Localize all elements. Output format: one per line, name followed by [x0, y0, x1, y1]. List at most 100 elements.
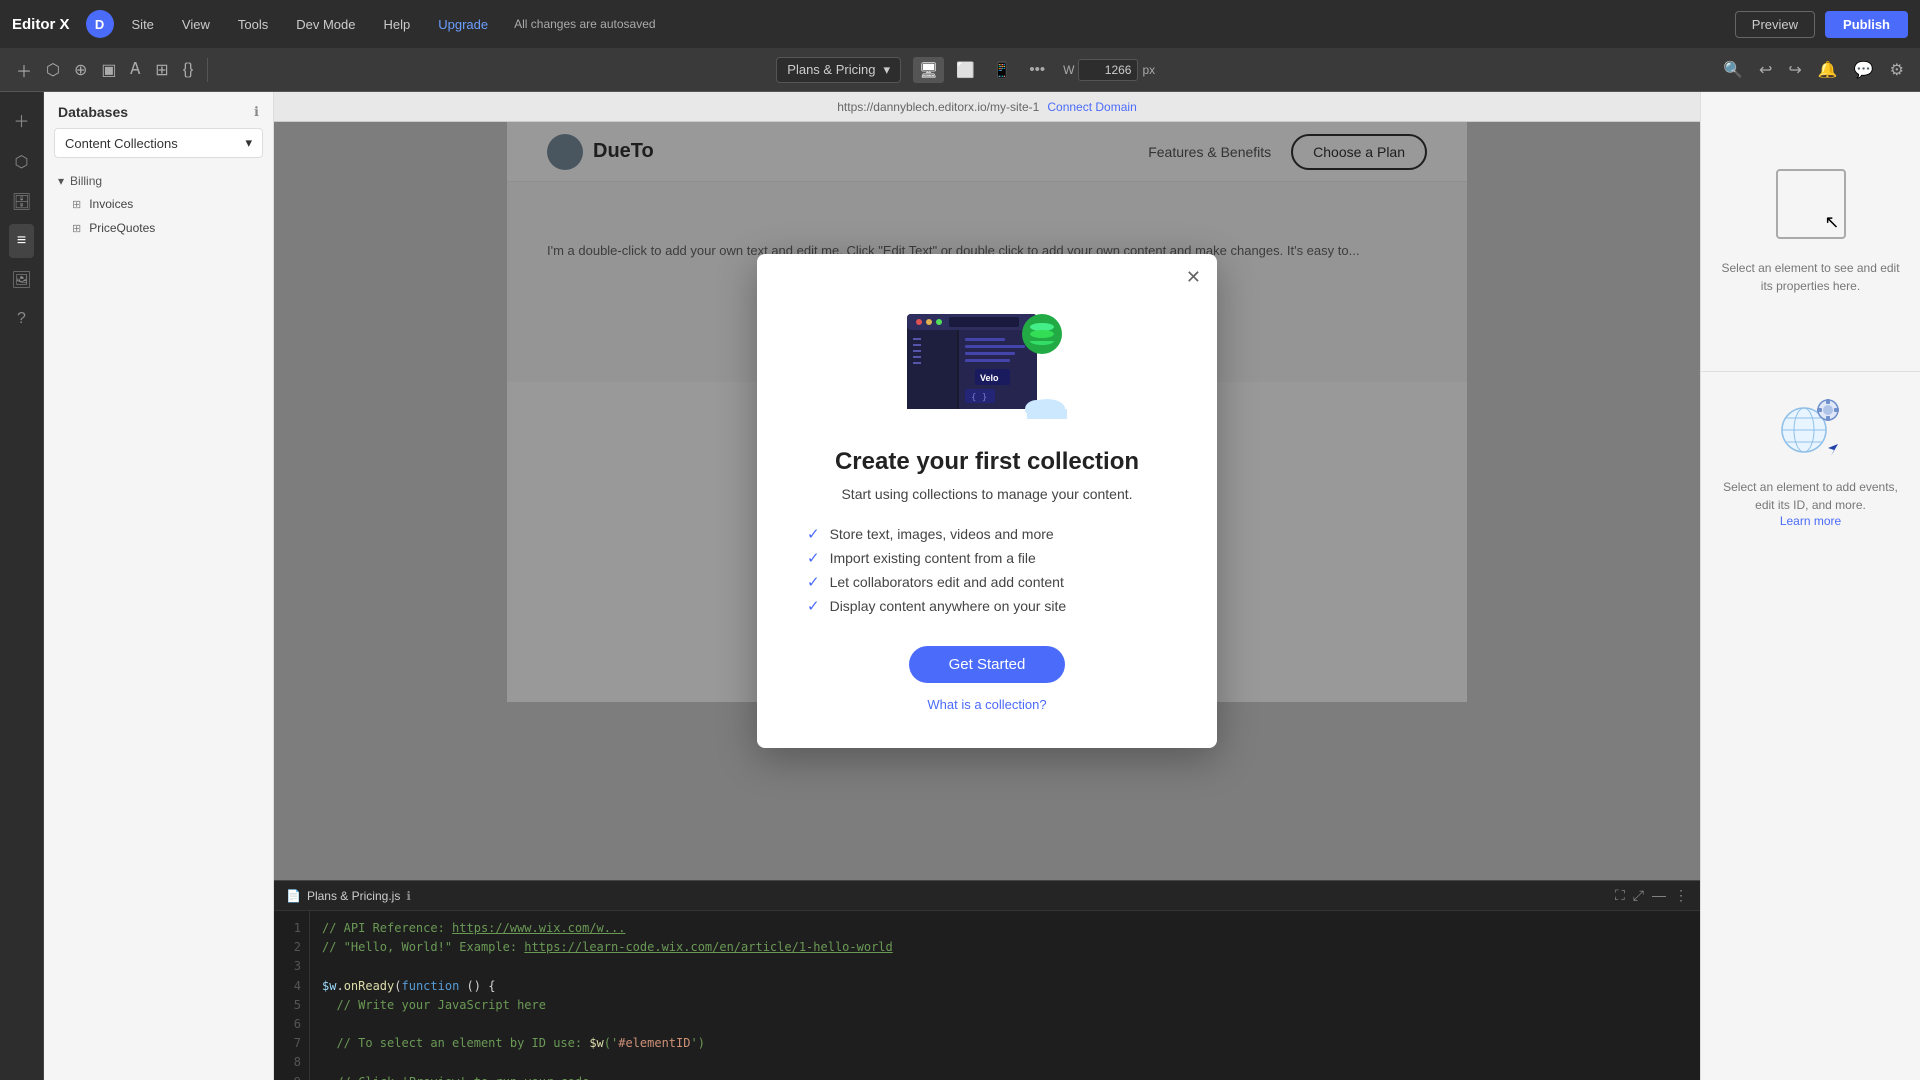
notifications-icon[interactable]: 🔔 [1814, 56, 1842, 84]
modal-create-collection: ✕ [757, 254, 1217, 748]
properties-hint: Select an element to see and edit its pr… [1721, 259, 1900, 295]
check-icon-0: ✓ [807, 525, 820, 543]
preview-button[interactable]: Preview [1735, 11, 1815, 38]
left-sidebar: ＋ ⬡ 🗄 ≡ 🖼 ? [0, 92, 44, 1080]
secondbar: ＋ ⬡ ⊕ ▣ Ꭺ ⊞ {} Plans & Pricing ▾ 🖥 ⬜ 📱 •… [0, 48, 1920, 92]
db-section-billing-header[interactable]: ▾ Billing [44, 170, 273, 192]
topbar-right: Preview Publish [1735, 11, 1908, 38]
right-panel-events: Select an element to add events, edit it… [1701, 372, 1920, 1080]
info-icon-code[interactable]: ℹ [406, 889, 411, 903]
code-line-6 [322, 1015, 893, 1034]
chevron-down-icon: ▾ [58, 174, 64, 188]
mobile-icon[interactable]: 📱 [987, 57, 1018, 83]
db-section-billing: ▾ Billing ⊞ Invoices ⊞ PriceQuotes [44, 166, 273, 244]
code-icon[interactable]: {} [179, 57, 198, 83]
databases-panel: Databases ℹ Content Collections ▾ ▾ Bill… [44, 92, 274, 1080]
connect-icon[interactable]: ⊕ [70, 56, 91, 84]
code-panel: 📄 Plans & Pricing.js ℹ ⛶ ⤢ — ⋮ 1 2 3 4 [274, 880, 1700, 1080]
dropdown-arrow-icon: ▾ [883, 62, 890, 78]
minus-icon[interactable]: — [1652, 887, 1666, 904]
db-panel-header: Databases ℹ [44, 92, 273, 128]
checklist-item-3: ✓ Display content anywhere on your site [807, 594, 1167, 618]
db-dropdown[interactable]: Content Collections ▾ [54, 128, 263, 158]
modal-close-button[interactable]: ✕ [1186, 268, 1201, 286]
modal-subtitle: Start using collections to manage your c… [841, 486, 1132, 502]
autosave-status: All changes are autosaved [514, 17, 655, 31]
events-hint: Select an element to add events, edit it… [1721, 478, 1900, 514]
code-line-7: // To select an element by ID use: $w('#… [322, 1034, 893, 1053]
domain-bar: https://dannyblech.editorx.io/my-site-1 … [274, 92, 1700, 122]
code-header-icons: ⛶ ⤢ — ⋮ [1615, 887, 1688, 904]
desktop-icon[interactable]: 🖥 [913, 57, 944, 83]
code-line-3 [322, 957, 893, 976]
db-info-icon[interactable]: ℹ [254, 104, 259, 120]
domain-url: https://dannyblech.editorx.io/my-site-1 [837, 100, 1039, 114]
checklist-item-2: ✓ Let collaborators edit and add content [807, 570, 1167, 594]
settings-icon[interactable]: ⚙ [1886, 56, 1908, 84]
nav-site[interactable]: Site [122, 17, 164, 32]
text-icon[interactable]: Ꭺ [127, 57, 146, 83]
undo-icon[interactable]: ↩ [1755, 56, 1776, 84]
checklist-item-1: ✓ Import existing content from a file [807, 546, 1167, 570]
modal-checklist: ✓ Store text, images, videos and more ✓ … [807, 522, 1167, 618]
modal-illustration: Velo { } [897, 294, 1077, 424]
db-panel-title: Databases [58, 104, 128, 120]
sidebar-add-icon[interactable]: ＋ [5, 100, 37, 140]
what-is-collection-link[interactable]: What is a collection? [927, 697, 1046, 712]
separator [207, 58, 208, 82]
db-dropdown-btn[interactable]: Content Collections ▾ [54, 128, 263, 158]
nav-devmode[interactable]: Dev Mode [286, 17, 365, 32]
get-started-button[interactable]: Get Started [909, 646, 1066, 683]
code-line-4: $w.onReady(function () { [322, 977, 893, 996]
more-icon[interactable]: ••• [1023, 57, 1051, 83]
right-panel-properties: ↖ Select an element to see and edit its … [1701, 92, 1920, 372]
secondbar-center: Plans & Pricing ▾ 🖥 ⬜ 📱 ••• W px [218, 57, 1713, 83]
check-icon-3: ✓ [807, 597, 820, 615]
more-options-icon[interactable]: ⋮ [1674, 887, 1688, 904]
chat-icon[interactable]: 💬 [1850, 56, 1878, 84]
svg-text:Velo: Velo [980, 373, 999, 383]
expand-icon[interactable]: ⤢ [1633, 887, 1644, 904]
check-icon-1: ✓ [807, 549, 820, 567]
width-input[interactable] [1078, 59, 1138, 81]
sidebar-media-icon[interactable]: 🖼 [3, 262, 39, 298]
code-line-1: // API Reference: https://www.wix.com/w.… [322, 919, 893, 938]
code-line-2: // "Hello, World!" Example: https://lear… [322, 938, 893, 957]
learn-more-link[interactable]: Learn more [1780, 514, 1841, 528]
layers-icon[interactable]: ⬡ [42, 56, 64, 84]
db-item-invoices[interactable]: ⊞ Invoices [44, 192, 273, 216]
tablet-icon[interactable]: ⬜ [950, 57, 981, 83]
code-panel-header: 📄 Plans & Pricing.js ℹ ⛶ ⤢ — ⋮ [274, 881, 1700, 911]
code-content[interactable]: // API Reference: https://www.wix.com/w.… [310, 911, 905, 1080]
search-icon[interactable]: 🔍 [1719, 56, 1747, 84]
code-line-numbers: 1 2 3 4 5 6 7 8 9 10 [274, 911, 310, 1080]
modal-overlay[interactable]: ✕ [274, 122, 1700, 880]
right-panel: ↖ Select an element to see and edit its … [1700, 92, 1920, 1080]
sidebar-data-icon[interactable]: 🗄 [3, 184, 39, 220]
add-icon[interactable]: ＋ [12, 54, 36, 86]
db-item-pricequotes[interactable]: ⊞ PriceQuotes [44, 216, 273, 240]
svg-text:{ }: { } [971, 393, 987, 403]
sidebar-layers-icon[interactable]: ⬡ [7, 144, 37, 180]
fullscreen-icon[interactable]: ⛶ [1615, 887, 1625, 904]
modal-title: Create your first collection [835, 448, 1139, 476]
code-body[interactable]: 1 2 3 4 5 6 7 8 9 10 // API Reference: h… [274, 911, 1700, 1080]
user-avatar[interactable]: D [86, 10, 114, 38]
secondbar-right: 🔍 ↩ ↪ 🔔 💬 ⚙ [1719, 56, 1908, 84]
redo-icon[interactable]: ↪ [1784, 56, 1805, 84]
pages-icon[interactable]: ▣ [97, 56, 120, 84]
table-icon: ⊞ [72, 198, 81, 211]
nav-tools[interactable]: Tools [228, 17, 278, 32]
nav-upgrade[interactable]: Upgrade [428, 17, 498, 32]
connect-domain-button[interactable]: Connect Domain [1047, 100, 1136, 114]
nav-view[interactable]: View [172, 17, 220, 32]
grid-icon[interactable]: ⊞ [151, 56, 172, 84]
sidebar-db-icon[interactable]: ≡ [9, 224, 34, 258]
nav-help[interactable]: Help [373, 17, 420, 32]
sidebar-help-icon[interactable]: ? [9, 302, 34, 336]
canvas-content[interactable]: DueTo Features & Benefits Choose a Plan … [274, 122, 1700, 880]
events-illustration [1776, 392, 1846, 462]
cursor-icon: ↖ [1824, 212, 1839, 233]
publish-button[interactable]: Publish [1825, 11, 1908, 38]
page-selector[interactable]: Plans & Pricing ▾ [776, 57, 901, 83]
